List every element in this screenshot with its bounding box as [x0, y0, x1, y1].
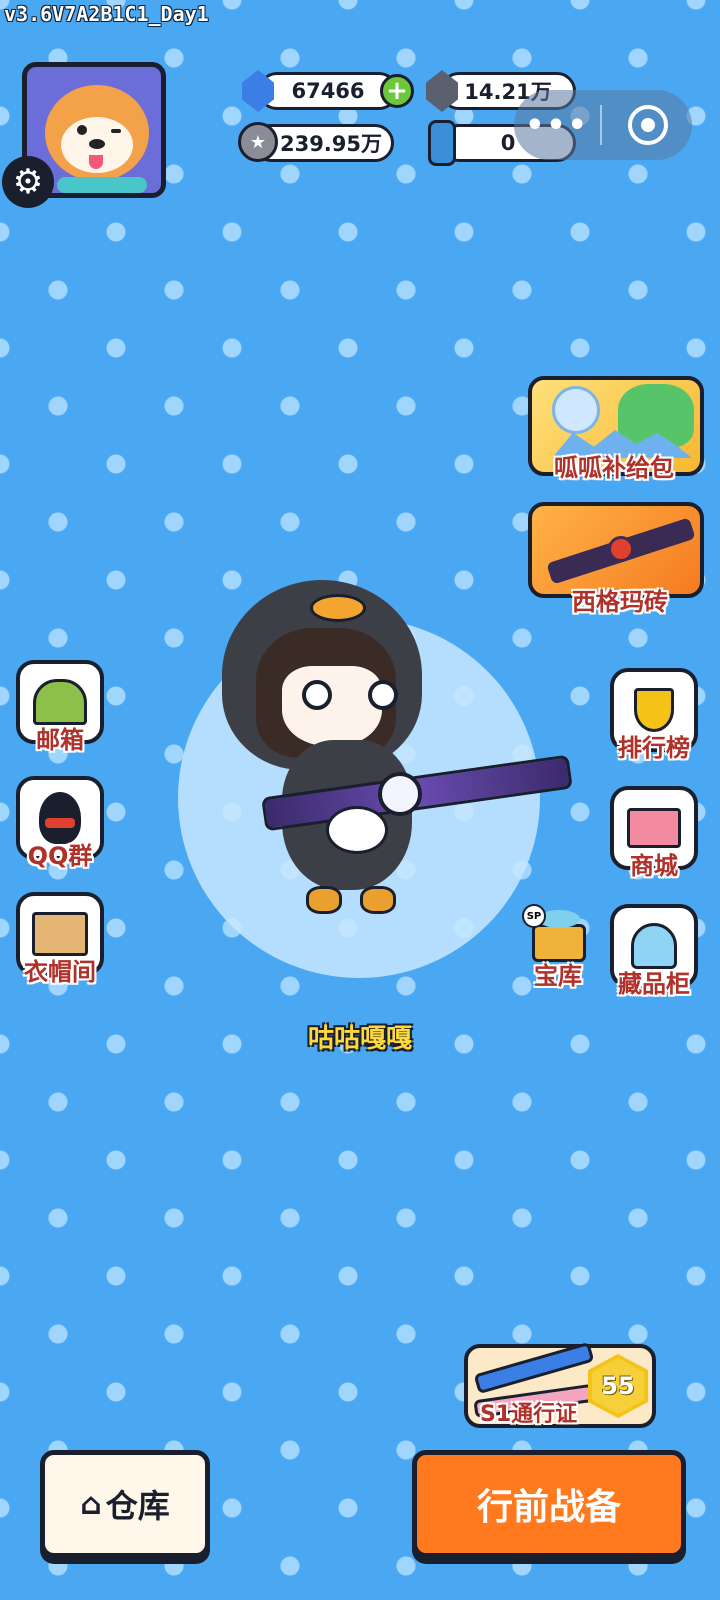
- mailbox-label: 邮箱: [36, 726, 84, 754]
- shiba-nose: [89, 139, 105, 149]
- shop-label: 商城: [630, 852, 678, 880]
- treasure-chest-icon: SP: [522, 904, 590, 964]
- shiba-wink: [111, 129, 121, 133]
- warehouse-button[interactable]: ⌂ 仓库: [40, 1450, 210, 1558]
- shiba-scarf: [57, 177, 147, 193]
- character-face: [282, 666, 382, 746]
- capsule-icon: [428, 120, 456, 166]
- collection-label: 藏品柜: [618, 970, 690, 998]
- diamond-counter: 67466: [258, 72, 398, 110]
- miniprogram-capsule: •••: [514, 90, 692, 160]
- qq-group-label: QQ群: [27, 842, 93, 870]
- warehouse-label: 仓库: [105, 1487, 170, 1525]
- wardrobe-label: 衣帽间: [24, 958, 96, 986]
- leaderboard-button[interactable]: 排行榜: [610, 668, 698, 763]
- rifle-core-icon: [608, 536, 634, 562]
- wardrobe-button[interactable]: 衣帽间: [16, 892, 104, 987]
- penguin-beak: [310, 594, 366, 622]
- penguin-foot-left: [306, 886, 342, 914]
- sigma-brick-label: 西格玛砖: [572, 588, 668, 616]
- leaderboard-label: 排行榜: [618, 734, 690, 762]
- character-eye-right: [368, 680, 398, 710]
- shiba-tongue: [89, 155, 103, 169]
- character-name: 咕咕嘎嘎: [307, 1024, 412, 1054]
- penguin-wing: [326, 806, 388, 854]
- home-icon: ⌂: [80, 1486, 102, 1522]
- vault-button[interactable]: SP 宝库: [522, 904, 590, 991]
- capsule-divider: [600, 105, 602, 145]
- battle-prep-button[interactable]: 行前战备: [412, 1450, 686, 1558]
- collection-button[interactable]: 藏品柜: [610, 904, 698, 999]
- qq-group-button[interactable]: QQ群: [16, 776, 104, 871]
- rifle-emblem-icon: [378, 772, 422, 816]
- shop-button[interactable]: 商城: [610, 786, 698, 881]
- pass-level: 55: [592, 1358, 644, 1414]
- coin-icon: ★: [238, 122, 278, 162]
- close-circle-icon[interactable]: [628, 105, 668, 145]
- add-diamond-button[interactable]: +: [380, 74, 414, 108]
- more-dots-icon[interactable]: •••: [514, 108, 600, 143]
- character-eye-left: [302, 680, 332, 710]
- version-label: v3.6V7A2B1C1_Day1: [4, 2, 209, 26]
- supply-pack-label: 呱呱补给包: [554, 454, 674, 482]
- vault-sp-badge: SP: [522, 904, 546, 928]
- gear-icon[interactable]: ⚙: [2, 156, 54, 208]
- battle-prep-label: 行前战备: [476, 1487, 621, 1528]
- shiba-eye: [77, 125, 87, 135]
- penguin-foot-right: [360, 886, 396, 914]
- vault-label: 宝库: [534, 962, 582, 990]
- mailbox-button[interactable]: 邮箱: [16, 660, 104, 755]
- coin-value: 239.95万: [279, 132, 383, 156]
- pass-level-badge: 55: [588, 1354, 648, 1418]
- season-pass-label: S1通行证: [480, 1402, 578, 1427]
- diamond-value: 67466: [291, 79, 365, 103]
- penguin-character[interactable]: [222, 580, 582, 940]
- diamond-orb-icon: [552, 386, 600, 434]
